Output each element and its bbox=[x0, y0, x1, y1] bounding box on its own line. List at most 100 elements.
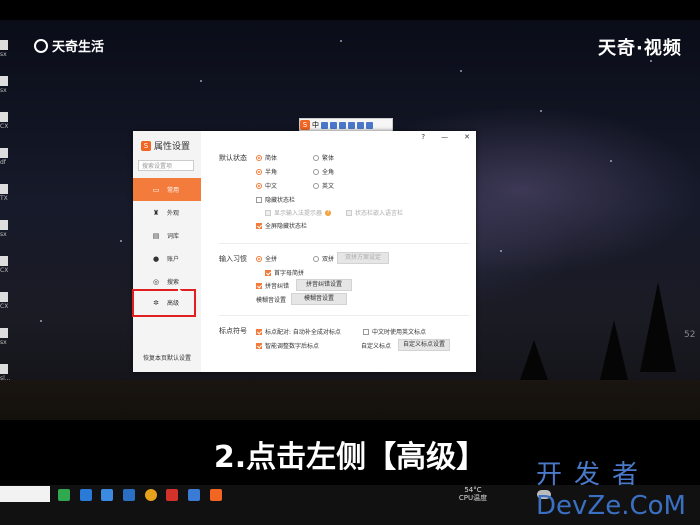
desktop-file[interactable]: CX bbox=[0, 112, 14, 130]
file-ext: CX bbox=[0, 303, 9, 310]
sidebar-item-dictionary[interactable]: ▤ 词库 bbox=[133, 224, 201, 247]
toolbox-icon[interactable] bbox=[366, 121, 373, 129]
checkbox-hide-status-bar[interactable]: 隐藏状态栏 bbox=[256, 195, 295, 204]
tree-silhouette bbox=[520, 340, 548, 380]
checkbox-smart-adjust[interactable]: 智能调整数字后标点 bbox=[256, 341, 319, 350]
brand-logo-right: 天奇·视频 bbox=[598, 38, 682, 59]
help-icon[interactable]: ? bbox=[325, 209, 332, 216]
cpu-temp-value: 54°C bbox=[464, 486, 482, 494]
radio-traditional[interactable]: 繁体 bbox=[313, 153, 334, 162]
magnifier-logo-icon bbox=[34, 38, 48, 53]
radio-full-width[interactable]: 全角 bbox=[313, 167, 334, 176]
fuzzy-settings-button[interactable]: 模糊音设置 bbox=[291, 293, 347, 305]
ime-toolbar[interactable]: S 中 bbox=[299, 118, 393, 132]
shirt-icon: ♜ bbox=[152, 208, 160, 217]
sogou-logo-icon: S bbox=[141, 140, 151, 151]
checkbox-english-punct[interactable]: 中文时使用英文标点 bbox=[363, 327, 426, 336]
chrome-icon[interactable] bbox=[145, 489, 157, 501]
desktop-file[interactable]: sx bbox=[0, 40, 14, 58]
app-icon[interactable] bbox=[101, 489, 113, 501]
radio-english[interactable]: 英文 bbox=[313, 181, 334, 190]
custom-punct-label: 自定义标点 bbox=[361, 343, 392, 350]
desktop-file[interactable]: CX bbox=[0, 256, 14, 274]
app-icon[interactable] bbox=[188, 489, 200, 501]
letterbox-top bbox=[0, 0, 700, 20]
checkbox-auto-pair[interactable]: 标点配对: 自动补全成对标点 bbox=[256, 327, 341, 336]
checkbox-show-ime-tip[interactable]: 显示输入法提示器? bbox=[265, 208, 332, 217]
file-ext: df bbox=[0, 159, 6, 166]
punctuation-icon[interactable] bbox=[321, 121, 328, 129]
file-ext: sx bbox=[0, 231, 7, 238]
watermark-top: 开发者 bbox=[536, 460, 651, 490]
cpu-temp-label: CPU温度 bbox=[458, 494, 488, 502]
section-label-default-state: 默认状态 bbox=[219, 154, 247, 162]
highlight-advanced-annotation bbox=[132, 289, 196, 317]
book-icon: ▤ bbox=[152, 231, 160, 240]
desktop-file[interactable]: sx bbox=[0, 220, 14, 238]
checkbox-status-bar-embed[interactable]: 状态栏嵌入语言栏 bbox=[346, 208, 403, 217]
sogou-taskbar-icon[interactable] bbox=[210, 489, 222, 501]
custom-punct-settings-button[interactable]: 自定义标点设置 bbox=[398, 339, 450, 351]
keyboard-icon[interactable] bbox=[348, 121, 355, 129]
desktop-file[interactable]: TX bbox=[0, 184, 14, 202]
tree-silhouette bbox=[640, 282, 676, 372]
side-number: 52 bbox=[684, 330, 696, 340]
sidebar-item-label: 词库 bbox=[167, 233, 180, 240]
file-ext: sl... bbox=[0, 375, 11, 382]
checkbox-pinyin-correction[interactable]: 拼音纠错 bbox=[256, 281, 289, 290]
radio-double-pinyin[interactable]: 双拼 bbox=[313, 254, 334, 263]
app-icon[interactable] bbox=[123, 489, 135, 501]
file-ext: sx bbox=[0, 87, 7, 94]
settings-dialog: S 属性设置 搜索设置项 ▭ 常用 ♜ 外观 ▤ 词库 ● 账户 ◎ 搜索 ✲ … bbox=[133, 131, 476, 372]
microphone-icon[interactable] bbox=[339, 121, 346, 129]
file-ext: sx bbox=[0, 339, 7, 346]
user-icon: ● bbox=[152, 254, 160, 263]
sidebar-item-label: 账户 bbox=[167, 256, 180, 263]
section-label-punctuation: 标点符号 bbox=[219, 327, 247, 335]
desktop-file[interactable]: sx bbox=[0, 76, 14, 94]
pinyin-correction-settings-button[interactable]: 拼音纠错设置 bbox=[296, 279, 352, 291]
sogou-logo-icon[interactable]: S bbox=[300, 120, 310, 130]
skin-icon[interactable] bbox=[357, 121, 364, 129]
radio-half-width[interactable]: 半角 bbox=[256, 167, 277, 176]
sidebar-item-label: 常用 bbox=[167, 187, 180, 194]
monitor-icon: ▭ bbox=[152, 185, 160, 194]
dialog-title-text: 属性设置 bbox=[154, 142, 191, 152]
sidebar-item-common[interactable]: ▭ 常用 bbox=[133, 178, 201, 201]
checkbox-initial-jianpin[interactable]: 首字母简拼 bbox=[265, 268, 304, 277]
file-ext: CX bbox=[0, 267, 9, 274]
tree-silhouette bbox=[600, 320, 628, 380]
watermark-bottom: DevZe.CoM bbox=[536, 491, 686, 521]
brand-logo-left: 天奇生活 bbox=[34, 36, 104, 55]
search-icon: ◎ bbox=[152, 277, 160, 286]
file-ext: CX bbox=[0, 123, 9, 130]
watermark: 开发者 bbox=[536, 460, 650, 490]
ime-mode-indicator[interactable]: 中 bbox=[312, 120, 319, 130]
settings-sidebar: S 属性设置 搜索设置项 ▭ 常用 ♜ 外观 ▤ 词库 ● 账户 ◎ 搜索 ✲ … bbox=[133, 131, 201, 372]
brand-left-text: 天奇生活 bbox=[52, 40, 105, 55]
desktop-file[interactable]: CX bbox=[0, 292, 14, 310]
section-divider bbox=[219, 315, 469, 316]
taskbar-search-box[interactable] bbox=[0, 486, 50, 502]
desktop-file[interactable]: df bbox=[0, 148, 14, 166]
double-scheme-button[interactable]: 双拼方案设定 bbox=[337, 252, 389, 264]
radio-simplified[interactable]: 简体 bbox=[256, 153, 277, 162]
settings-search-input[interactable]: 搜索设置项 bbox=[138, 160, 194, 171]
sidebar-item-label: 外观 bbox=[167, 210, 180, 217]
desktop-file[interactable]: sl... bbox=[0, 364, 14, 382]
checkbox-fullscreen-hide[interactable]: 全屏隐藏状态栏 bbox=[256, 221, 307, 230]
radio-full-pinyin[interactable]: 全拼 bbox=[256, 254, 277, 263]
emoji-icon[interactable] bbox=[330, 121, 337, 129]
wechat-icon[interactable] bbox=[58, 489, 70, 501]
sidebar-item-account[interactable]: ● 账户 bbox=[133, 247, 201, 270]
wps-icon[interactable] bbox=[166, 489, 178, 501]
sidebar-item-label: 搜索 bbox=[167, 279, 180, 286]
restore-defaults-button[interactable]: 恢复本页默认设置 bbox=[135, 353, 199, 362]
dialog-title: S 属性设置 bbox=[141, 139, 190, 152]
section-divider bbox=[219, 243, 469, 244]
screen: sx sx CX df TX sx CX CX sx sl... 天奇生活 天奇… bbox=[0, 0, 700, 525]
desktop-file[interactable]: sx bbox=[0, 328, 14, 346]
sidebar-item-appearance[interactable]: ♜ 外观 bbox=[133, 201, 201, 224]
radio-chinese[interactable]: 中文 bbox=[256, 181, 277, 190]
app-icon[interactable] bbox=[80, 489, 92, 501]
